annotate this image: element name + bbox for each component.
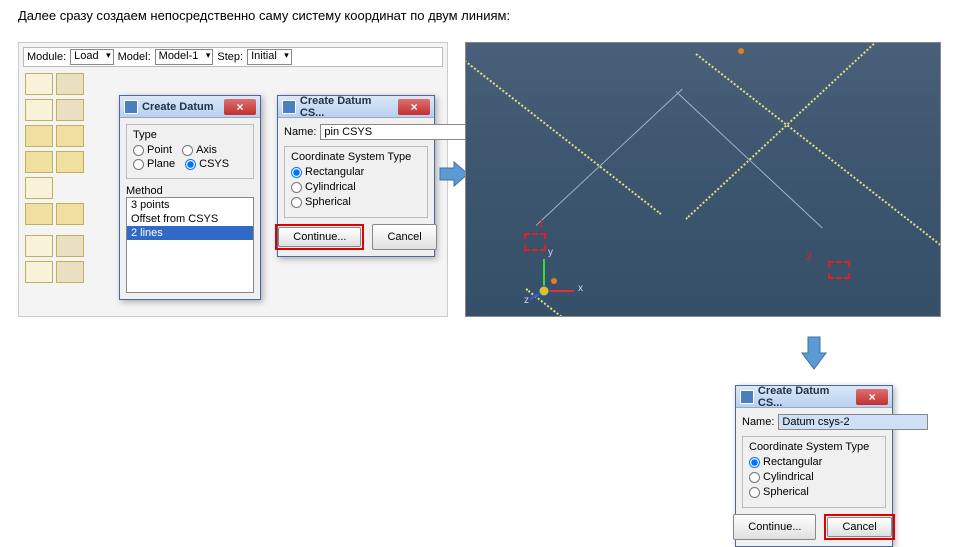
tool-icon[interactable] bbox=[56, 203, 84, 225]
create-datum-dialog: Create Datum × Type Point Axis Plane CSY… bbox=[119, 95, 261, 300]
continue-button[interactable]: Continue... bbox=[278, 227, 361, 247]
dialog-title-text: Create Datum CS... bbox=[300, 95, 398, 119]
instruction-heading: Далее сразу создаем непосредственно саму… bbox=[18, 8, 510, 23]
coord-type-label: Coordinate System Type bbox=[291, 151, 421, 163]
tool-icon[interactable] bbox=[56, 235, 84, 257]
module-select[interactable]: Load bbox=[70, 49, 113, 65]
radio-point[interactable]: Point bbox=[133, 144, 172, 156]
continue-highlight: Continue... bbox=[275, 224, 364, 250]
radio-cylindrical[interactable]: Cylindrical bbox=[291, 181, 421, 193]
tool-icon-column bbox=[25, 73, 93, 287]
axis-x-label: x bbox=[578, 283, 583, 294]
method-listbox[interactable]: 3 points Offset from CSYS 2 lines bbox=[126, 197, 254, 293]
radio-plane[interactable]: Plane bbox=[133, 158, 175, 170]
tool-icon[interactable] bbox=[25, 177, 53, 199]
step-select[interactable]: Initial bbox=[247, 49, 292, 65]
create-datum-csys-dialog-2: Create Datum CS... × Name: Coordinate Sy… bbox=[735, 385, 893, 547]
coord-type-label: Coordinate System Type bbox=[749, 441, 879, 453]
continue-button[interactable]: Continue... bbox=[733, 514, 816, 540]
tool-icon[interactable] bbox=[25, 235, 53, 257]
close-icon[interactable]: × bbox=[224, 99, 256, 115]
tool-icon[interactable] bbox=[25, 261, 53, 283]
list-item[interactable]: Offset from CSYS bbox=[127, 212, 253, 226]
arrow-down-icon bbox=[800, 335, 828, 371]
radio-rectangular[interactable]: Rectangular bbox=[749, 456, 879, 468]
radio-spherical[interactable]: Spherical bbox=[749, 486, 879, 498]
model-label: Model: bbox=[118, 51, 151, 63]
dialog-title-text: Create Datum bbox=[142, 101, 214, 113]
selection-marker-1: 1 bbox=[538, 218, 544, 230]
type-group-label: Type bbox=[133, 129, 247, 141]
tool-icon[interactable] bbox=[25, 99, 53, 121]
module-label: Module: bbox=[27, 51, 66, 63]
tool-icon[interactable] bbox=[25, 151, 53, 173]
model-select[interactable]: Model-1 bbox=[155, 49, 214, 65]
tool-icon[interactable] bbox=[56, 73, 84, 95]
selection-marker-2: 2 bbox=[806, 251, 812, 263]
tool-icon[interactable] bbox=[56, 99, 84, 121]
radio-spherical[interactable]: Spherical bbox=[291, 196, 421, 208]
name-input[interactable] bbox=[320, 124, 470, 140]
cancel-highlight: Cancel bbox=[824, 514, 894, 540]
list-item[interactable]: 3 points bbox=[127, 198, 253, 212]
model-viewport[interactable]: 1 2 y x z bbox=[465, 42, 941, 317]
selection-box-2 bbox=[828, 261, 850, 279]
window-icon bbox=[124, 100, 138, 114]
vertex-point bbox=[738, 48, 744, 54]
name-label: Name: bbox=[742, 416, 774, 428]
tool-icon[interactable] bbox=[56, 261, 84, 283]
radio-axis[interactable]: Axis bbox=[182, 144, 217, 156]
cancel-button[interactable]: Cancel bbox=[372, 224, 436, 250]
radio-cylindrical[interactable]: Cylindrical bbox=[749, 471, 879, 483]
window-icon bbox=[282, 100, 296, 114]
axis-z-label: z bbox=[524, 295, 529, 306]
tool-icon[interactable] bbox=[25, 203, 53, 225]
create-datum-csys-dialog: Create Datum CS... × Name: Coordinate Sy… bbox=[277, 95, 435, 257]
tool-icon[interactable] bbox=[56, 125, 84, 147]
tool-icon[interactable] bbox=[25, 73, 53, 95]
method-label: Method bbox=[126, 185, 254, 197]
list-item[interactable]: 2 lines bbox=[127, 226, 253, 240]
dialog-titlebar[interactable]: Create Datum CS... × bbox=[278, 96, 434, 118]
left-panel: Module: Load Model: Model-1 Step: Initia… bbox=[18, 42, 448, 317]
tool-icon[interactable] bbox=[56, 151, 84, 173]
close-icon[interactable]: × bbox=[398, 99, 430, 115]
dialog-title-text: Create Datum CS... bbox=[758, 385, 856, 409]
radio-csys[interactable]: CSYS bbox=[185, 158, 229, 170]
selection-box-1 bbox=[524, 233, 546, 251]
tool-icon[interactable] bbox=[25, 125, 53, 147]
cancel-button[interactable]: Cancel bbox=[827, 517, 891, 537]
axis-y-label: y bbox=[548, 247, 553, 258]
step-label: Step: bbox=[217, 51, 243, 63]
dialog-titlebar[interactable]: Create Datum CS... × bbox=[736, 386, 892, 408]
window-icon bbox=[740, 390, 754, 404]
dialog-titlebar[interactable]: Create Datum × bbox=[120, 96, 260, 118]
name-input[interactable] bbox=[778, 414, 928, 430]
radio-rectangular[interactable]: Rectangular bbox=[291, 166, 421, 178]
context-toolbar: Module: Load Model: Model-1 Step: Initia… bbox=[23, 47, 443, 67]
close-icon[interactable]: × bbox=[856, 389, 888, 405]
name-label: Name: bbox=[284, 126, 316, 138]
